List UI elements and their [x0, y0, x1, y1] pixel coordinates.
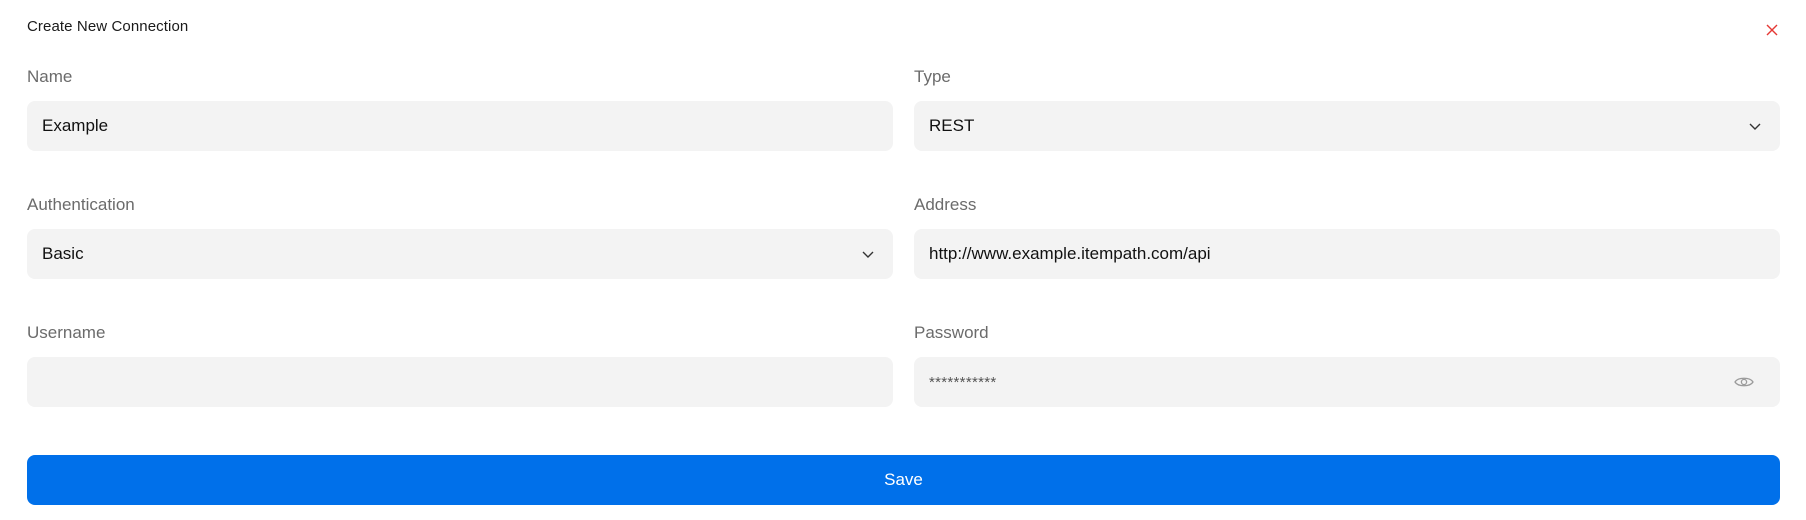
type-selected-value: REST	[929, 116, 975, 135]
username-input[interactable]	[42, 357, 878, 407]
eye-icon[interactable]	[1733, 371, 1755, 393]
name-field-group: Name	[27, 67, 893, 151]
chevron-down-icon	[1748, 119, 1762, 133]
save-button[interactable]: Save	[27, 455, 1780, 505]
name-input-wrapper	[27, 101, 893, 151]
type-select[interactable]: REST	[914, 101, 1780, 151]
username-input-wrapper	[27, 357, 893, 407]
password-field-group: Password ***********	[914, 323, 1780, 407]
close-icon	[1766, 24, 1778, 36]
password-input[interactable]: ***********	[914, 357, 1780, 407]
close-button[interactable]	[1762, 20, 1782, 40]
address-field-group: Address	[914, 195, 1780, 279]
password-label: Password	[914, 323, 989, 342]
username-field-group: Username	[27, 323, 893, 407]
password-masked-value: ***********	[929, 373, 997, 391]
dialog-title: Create New Connection	[27, 18, 189, 35]
create-connection-dialog: Create New Connection Name Type REST	[0, 0, 1806, 520]
username-label: Username	[27, 323, 106, 342]
address-input[interactable]	[929, 229, 1765, 279]
chevron-down-icon	[861, 247, 875, 261]
name-input[interactable]	[42, 101, 878, 151]
connection-form: Name Type REST Authentication Basic	[27, 67, 1780, 407]
name-label: Name	[27, 67, 73, 86]
authentication-select[interactable]: Basic	[27, 229, 893, 279]
authentication-label: Authentication	[27, 195, 135, 214]
type-label: Type	[914, 67, 951, 86]
authentication-selected-value: Basic	[42, 244, 84, 263]
address-label: Address	[914, 195, 977, 214]
type-field-group: Type REST	[914, 67, 1780, 151]
address-input-wrapper	[914, 229, 1780, 279]
authentication-field-group: Authentication Basic	[27, 195, 893, 279]
